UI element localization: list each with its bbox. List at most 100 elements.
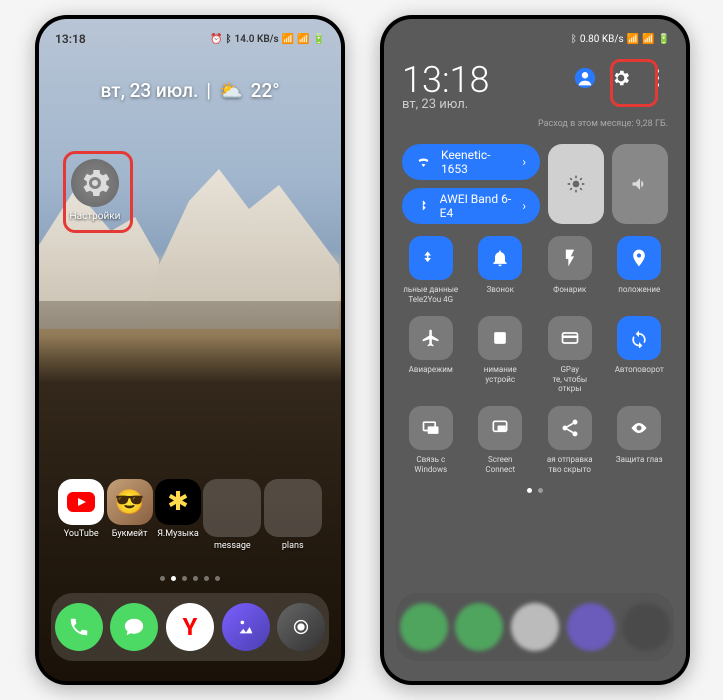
signal-icon: 📶 — [297, 34, 309, 45]
cast-icon — [478, 406, 522, 450]
status-icons: ⏰ ᛒ 14.0 KB/s 📶 📶 🔋 — [210, 34, 325, 45]
qs-tile-cast[interactable]: Screen Connect — [472, 406, 530, 474]
app-message-folder[interactable]: message — [203, 479, 261, 551]
qs-tile-square[interactable]: нимание устройс — [472, 316, 530, 394]
qs-tile-rotate[interactable]: Автоповорот — [611, 316, 669, 394]
phone-app[interactable] — [55, 603, 103, 651]
location-icon — [617, 236, 661, 280]
gallery-icon — [235, 616, 257, 638]
qs-tile-link[interactable]: Связь с Windows — [402, 406, 460, 474]
app-youtube[interactable]: YouTube — [58, 479, 104, 551]
qs-tile-location[interactable]: положение — [611, 236, 669, 304]
yamusic-icon: ✱ — [167, 487, 189, 517]
battery-icon: 🔋 — [658, 34, 670, 45]
tile-label: GPayте, чтобы откры — [542, 365, 598, 394]
status-bar: 13:18 ⏰ ᛒ 14.0 KB/s 📶 📶 🔋 — [39, 27, 341, 51]
alarm-icon: ⏰ — [210, 34, 222, 45]
link-icon — [409, 406, 453, 450]
temperature: 22° — [251, 79, 280, 102]
data-usage: Расход в этом месяце: 9,28 ГБ. — [538, 119, 668, 129]
volume-icon — [630, 174, 650, 194]
settings-button[interactable] — [610, 67, 632, 89]
profile-button[interactable] — [574, 67, 596, 89]
eye-icon — [617, 406, 661, 450]
plane-icon — [409, 316, 453, 360]
bluetooth-icon — [416, 198, 430, 214]
yandex-app[interactable]: Y — [166, 603, 214, 651]
bluetooth-toggle[interactable]: AWEI Band 6-E4 › — [402, 188, 540, 224]
flash-icon — [548, 236, 592, 280]
settings-app[interactable] — [71, 159, 119, 207]
app-label: YouTube — [64, 529, 99, 539]
brightness-icon — [566, 174, 586, 194]
tile-label: Связь с Windows — [403, 455, 459, 474]
status-time: 13:18 — [55, 32, 86, 46]
chevron-icon: › — [522, 199, 526, 213]
wifi-icon: 📶 — [282, 34, 294, 45]
settings-label: Настройки — [63, 211, 127, 222]
chevron-icon: › — [522, 155, 526, 169]
qs-tiles-grid: льные данныеTele2You 4G Звонок Фонарикполо… — [402, 236, 668, 474]
date-weather-widget[interactable]: вт, 23 июл. | ⛅ 22° — [39, 79, 341, 102]
qs-tile-plane[interactable]: Авиарежим — [402, 316, 460, 394]
bookmate-icon: 😎 — [115, 488, 145, 516]
date-text: вт, 23 июл. — [100, 79, 198, 102]
wifi-icon — [416, 154, 431, 170]
brightness-slider[interactable] — [548, 144, 604, 224]
battery-icon: 🔋 — [313, 34, 325, 45]
yandex-icon: Y — [183, 613, 198, 641]
data-icon — [409, 236, 453, 280]
qs-tile-flash[interactable]: Фонарик — [541, 236, 599, 304]
qs-tile-pay[interactable]: GPayте, чтобы откры — [541, 316, 599, 394]
phone-quick-settings: ᛒ 0.80 KB/s 📶 📶 🔋 13:18 вт, 23 июл. Расх… — [380, 15, 690, 685]
tile-label: нимание устройс — [472, 365, 528, 384]
more-icon — [655, 69, 659, 87]
tile-label: Звонок — [487, 285, 514, 295]
gear-icon — [611, 68, 631, 88]
qs-tile-bell[interactable]: Звонок — [472, 236, 530, 304]
tile-label: Защита глаз — [616, 455, 663, 465]
camera-icon — [290, 616, 312, 638]
tile-label: ая отправкатво скрыто — [547, 455, 593, 474]
volume-slider[interactable] — [612, 144, 668, 224]
wifi-name: Keenetic-1653 — [441, 148, 512, 176]
messages-app[interactable] — [110, 603, 158, 651]
more-button[interactable] — [646, 67, 668, 89]
network-speed: 0.80 KB/s — [580, 34, 624, 45]
bluetooth-icon: ᛒ — [571, 34, 577, 45]
qs-tile-data[interactable]: льные данныеTele2You 4G — [402, 236, 460, 304]
rotate-icon — [617, 316, 661, 360]
phone-home-screen: 13:18 ⏰ ᛒ 14.0 KB/s 📶 📶 🔋 вт, 23 июл. | … — [35, 15, 345, 685]
page-indicator[interactable] — [39, 576, 341, 581]
weather-icon: ⛅ — [219, 79, 243, 102]
app-label: Я.Музыка — [157, 529, 199, 539]
camera-app[interactable] — [277, 603, 325, 651]
home-apps-row: YouTube 😎 Букмейт ✱ Я.Музыка message pla… — [39, 479, 341, 551]
qs-tile-share[interactable]: ая отправкатво скрыто — [541, 406, 599, 474]
tile-label: Авиарежим — [409, 365, 453, 375]
network-speed: 14.0 KB/s — [235, 34, 279, 45]
gallery-app[interactable] — [222, 603, 270, 651]
qs-panel: Keenetic-1653 › AWEI Band 6-E4 › льные д… — [402, 144, 668, 493]
bluetooth-name: AWEI Band 6-E4 — [440, 192, 513, 220]
wifi-toggle[interactable]: Keenetic-1653 › — [402, 144, 540, 180]
dock: Y — [51, 593, 329, 661]
app-plans-folder[interactable]: plans — [264, 479, 322, 551]
bluetooth-icon: ᛒ — [226, 34, 232, 45]
app-bookmate[interactable]: 😎 Букмейт — [107, 479, 153, 551]
qs-tile-eye[interactable]: Защита глаз — [611, 406, 669, 474]
app-label: Букмейт — [112, 529, 148, 539]
profile-icon — [574, 67, 596, 89]
message-icon — [123, 616, 145, 638]
pay-icon — [548, 316, 592, 360]
app-yamusic[interactable]: ✱ Я.Музыка — [155, 479, 201, 551]
app-label: plans — [282, 541, 304, 551]
qs-time: 13:18 — [402, 59, 489, 101]
status-bar: ᛒ 0.80 KB/s 📶 📶 🔋 — [384, 27, 686, 51]
bell-icon — [478, 236, 522, 280]
tile-label: Автоповорот — [615, 365, 664, 375]
youtube-icon — [67, 492, 95, 512]
qs-page-indicator[interactable] — [402, 488, 668, 493]
phone-icon — [68, 616, 90, 638]
gear-icon — [77, 165, 113, 201]
